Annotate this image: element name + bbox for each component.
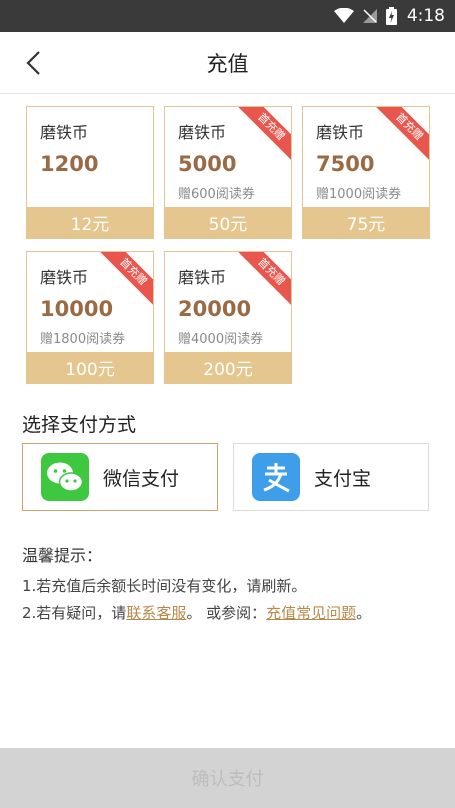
package-bonus: 赠600阅读券: [178, 187, 255, 202]
package-currency: 磨铁币: [178, 268, 227, 287]
tip-line-2: 2.若有疑问，请联系客服。 或参阅：充值常见问题。: [22, 602, 371, 623]
package-bonus: 赠1000阅读券: [316, 187, 402, 202]
wechat-icon: [41, 453, 89, 501]
back-button[interactable]: [18, 48, 48, 78]
chevron-left-icon: [26, 51, 40, 75]
tip-line-1: 1.若充值后余额长时间没有变化，请刷新。: [22, 577, 307, 595]
package-currency: 磨铁币: [40, 268, 89, 287]
payment-section-title: 选择支付方式: [22, 414, 137, 436]
page-title: 充值: [206, 51, 249, 76]
alipay-option[interactable]: 支付宝: [233, 443, 429, 511]
tip-line-2-suffix: 。: [356, 604, 372, 622]
clock: 4:18: [406, 6, 445, 26]
first-charge-badge: 首充赠: [374, 107, 429, 162]
package-price: 50元: [165, 207, 291, 238]
signal-icon: [362, 8, 378, 24]
alipay-label: 支付宝: [314, 467, 372, 490]
package-amount: 1200: [40, 152, 99, 176]
wechat-pay-option[interactable]: 微信支付: [22, 443, 218, 511]
package-currency: 磨铁币: [316, 123, 365, 142]
tips-title: 温馨提示：: [22, 546, 103, 565]
status-bar: 4:18: [0, 0, 455, 32]
battery-icon: [385, 7, 397, 25]
package-currency: 磨铁币: [40, 123, 89, 142]
package-price: 12元: [27, 207, 153, 238]
tip-line-2-mid: 。 或参阅：: [186, 604, 267, 622]
wechat-pay-label: 微信支付: [103, 467, 180, 490]
first-charge-badge: 首充赠: [236, 107, 291, 162]
package-currency: 磨铁币: [178, 123, 227, 142]
package-card-10000[interactable]: 首充赠 磨铁币 10000 赠1800阅读券 100元: [26, 251, 154, 384]
package-amount: 5000: [178, 152, 237, 176]
package-card-1200[interactable]: 磨铁币 1200 12元: [26, 106, 154, 239]
alipay-icon: [252, 453, 300, 501]
package-price: 200元: [165, 352, 291, 383]
wifi-icon: [333, 8, 354, 24]
recharge-faq-link[interactable]: 充值常见问题: [266, 604, 356, 622]
confirm-payment-button[interactable]: 确认支付: [0, 748, 455, 808]
package-price: 75元: [303, 207, 429, 238]
package-bonus: 赠1800阅读券: [40, 332, 126, 347]
package-amount: 10000: [40, 297, 114, 321]
package-bonus: 赠4000阅读券: [178, 332, 264, 347]
package-amount: 7500: [316, 152, 375, 176]
package-card-20000[interactable]: 首充赠 磨铁币 20000 赠4000阅读券 200元: [164, 251, 292, 384]
tip-line-2-prefix: 2.若有疑问，请: [22, 604, 127, 622]
package-price: 100元: [27, 352, 153, 383]
contact-service-link[interactable]: 联系客服: [126, 604, 186, 622]
package-amount: 20000: [178, 297, 252, 321]
package-card-7500[interactable]: 首充赠 磨铁币 7500 赠1000阅读券 75元: [302, 106, 430, 239]
header-bar: 充值: [0, 32, 455, 94]
package-card-5000[interactable]: 首充赠 磨铁币 5000 赠600阅读券 50元: [164, 106, 292, 239]
